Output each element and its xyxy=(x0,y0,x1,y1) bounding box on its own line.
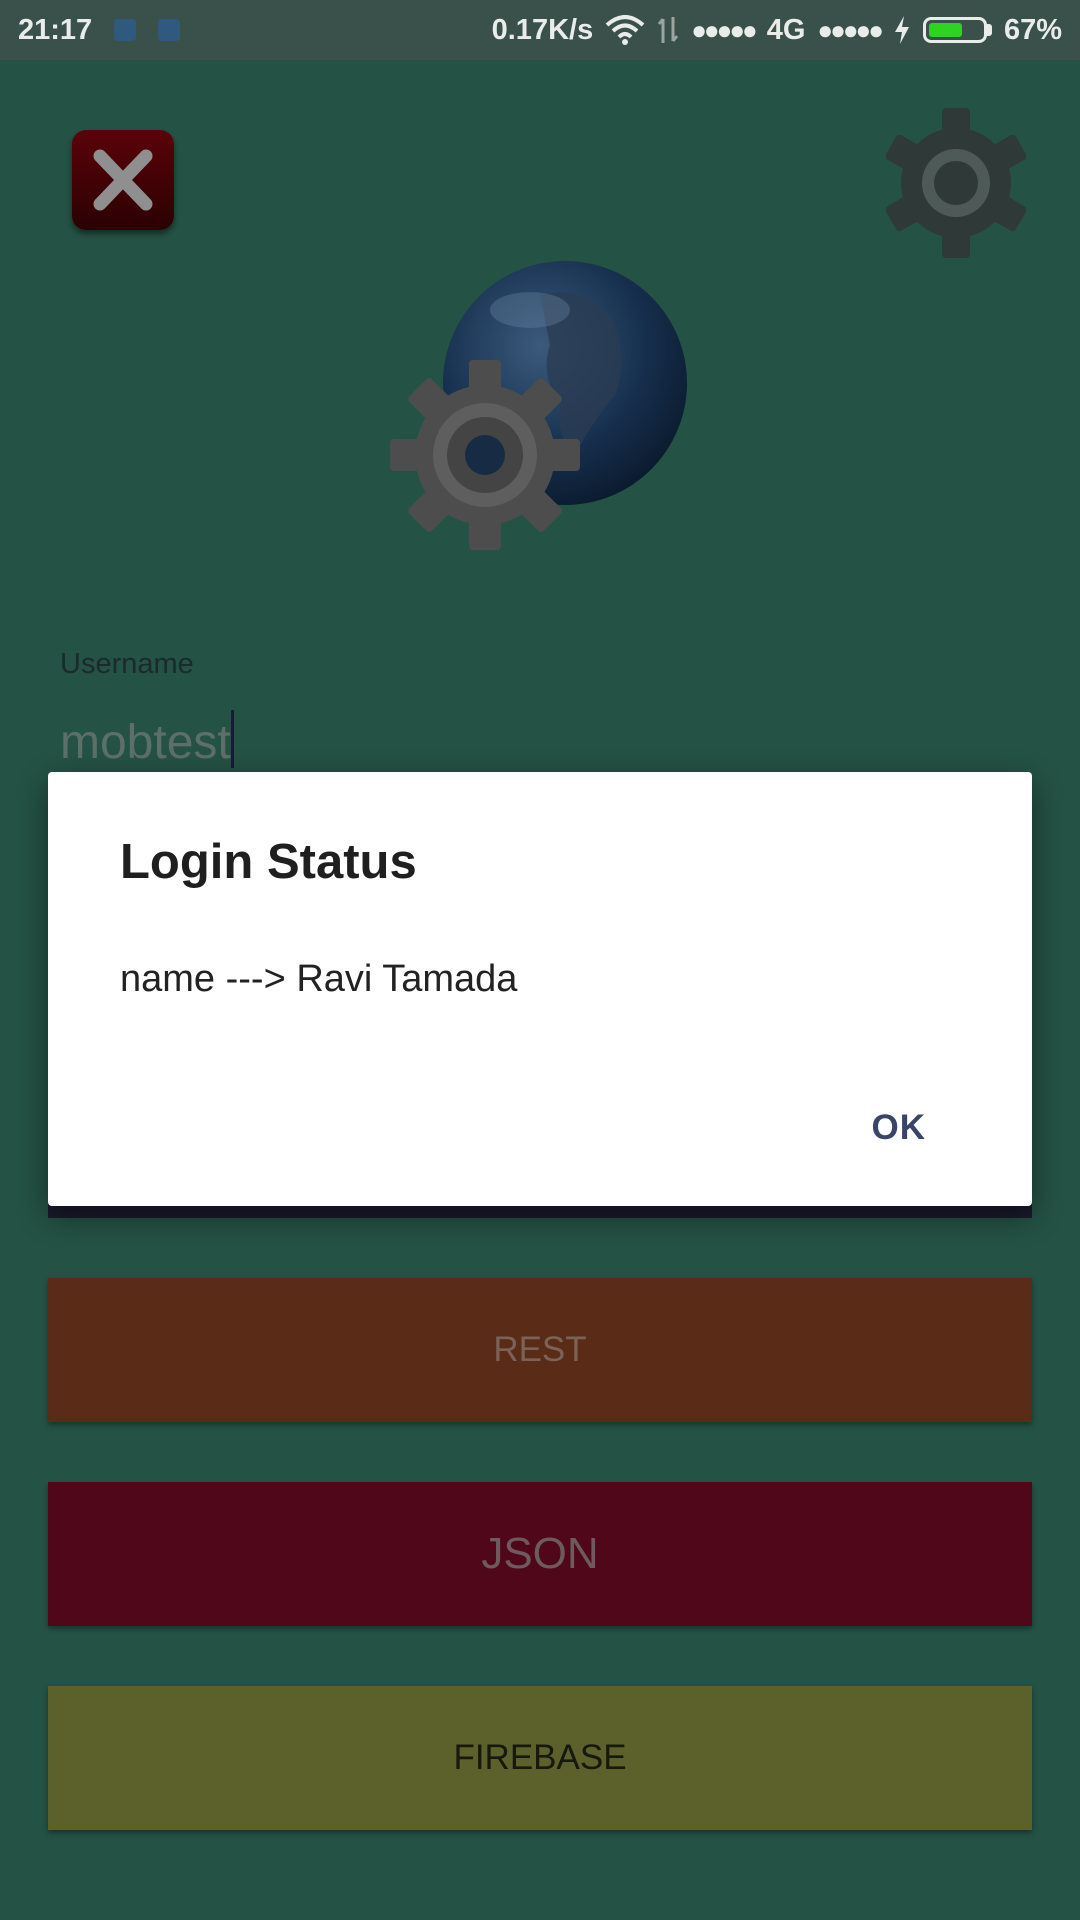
battery-percent: 67% xyxy=(1003,13,1062,46)
firebase-button[interactable]: FIREBASE xyxy=(48,1686,1032,1830)
dialog-message: name ---> Ravi Tamada xyxy=(120,958,518,1000)
signal-strength-2: ●●●●● xyxy=(817,14,884,45)
battery-icon xyxy=(922,17,992,43)
text-cursor xyxy=(230,710,234,768)
username-label: Username xyxy=(60,648,194,680)
ok-button[interactable]: OK xyxy=(872,1108,927,1148)
network-type: 4G xyxy=(766,13,806,46)
close-icon xyxy=(93,149,153,211)
status-bar: 21:17 0.17K/s ●●●●● 4G ●●●●● 67% xyxy=(0,0,1080,60)
signal-strength-1: ●●●●● xyxy=(691,14,758,45)
gear-icon[interactable] xyxy=(886,108,1026,258)
notification-icon xyxy=(114,19,137,41)
notification-icon-2 xyxy=(158,19,181,41)
username-input[interactable]: mobtest xyxy=(60,710,234,770)
rest-button[interactable]: REST xyxy=(48,1278,1032,1422)
charging-icon xyxy=(894,16,909,44)
login-status-dialog: Login Status name ---> Ravi Tamada OK xyxy=(48,772,1032,1206)
close-button[interactable] xyxy=(72,130,174,230)
dialog-title: Login Status xyxy=(120,835,417,889)
globe-gear-icon xyxy=(390,261,687,550)
username-value: mobtest xyxy=(60,716,231,769)
battery-level xyxy=(928,23,962,37)
wifi-icon xyxy=(605,15,645,45)
net-speed: 0.17K/s xyxy=(491,13,594,46)
data-arrows-icon xyxy=(658,17,679,43)
json-button[interactable]: JSON xyxy=(48,1482,1032,1626)
status-time: 21:17 xyxy=(18,13,93,46)
